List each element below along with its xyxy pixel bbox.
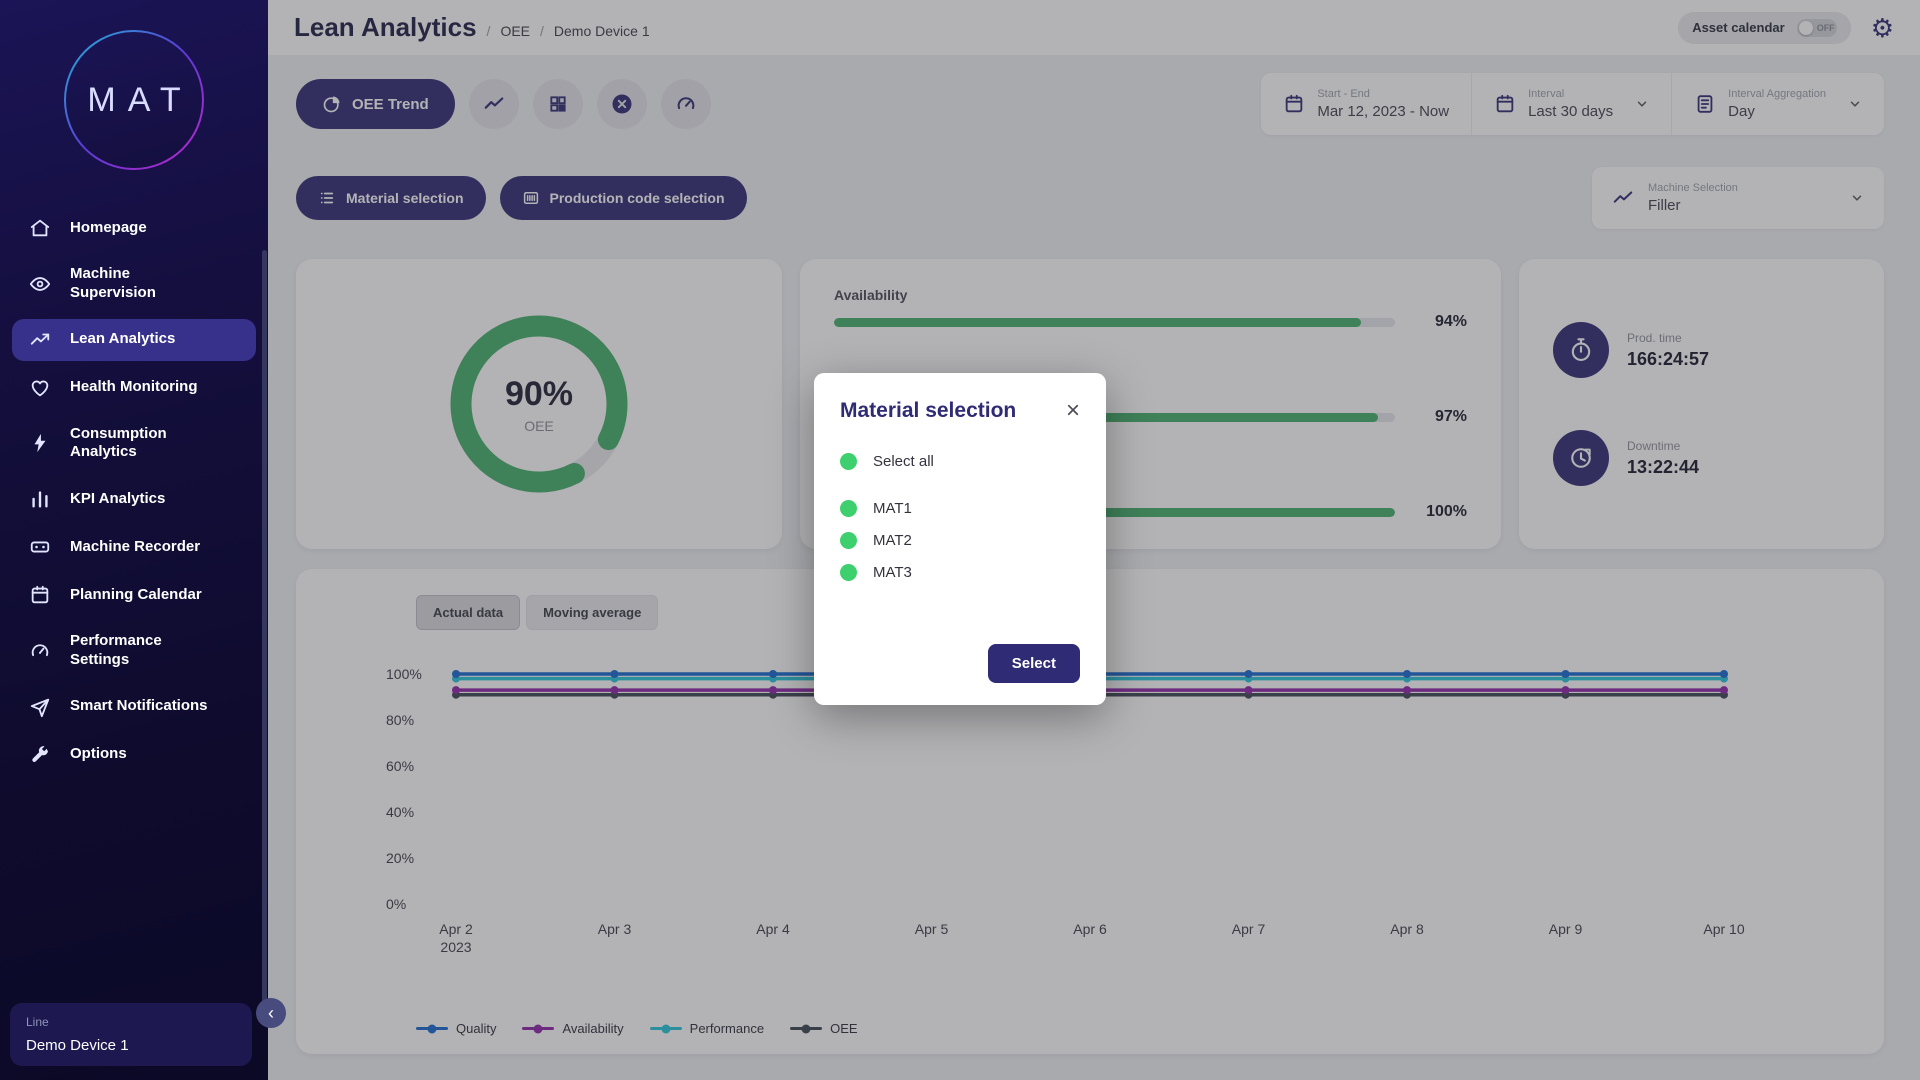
bar-chart-icon [28, 488, 52, 510]
sidebar-nav: Homepage Machine Supervision Lean Analyt… [0, 204, 268, 779]
sidebar-item-label: Performance Settings [70, 632, 220, 670]
option-mat2[interactable]: MAT2 [840, 532, 1080, 549]
sidebar-item-label: Machine Recorder [70, 538, 200, 557]
option-mat1[interactable]: MAT1 [840, 500, 1080, 517]
sidebar-item-label: Machine Supervision [70, 265, 220, 303]
trend-line-icon [28, 329, 52, 351]
option-label: MAT1 [873, 500, 912, 517]
sidebar-item-label: Smart Notifications [70, 697, 208, 716]
heart-icon [28, 377, 52, 399]
logo-text: MAT [75, 81, 192, 120]
option-label: MAT3 [873, 564, 912, 581]
sidebar-item-consumption-analytics[interactable]: Consumption Analytics [12, 415, 256, 473]
send-icon [28, 696, 52, 718]
modal-actions: Select [840, 644, 1080, 683]
sidebar-item-machine-recorder[interactable]: Machine Recorder [12, 526, 256, 568]
close-icon[interactable]: × [1066, 399, 1080, 423]
radio-selected-icon [840, 500, 857, 517]
sidebar-item-label: Homepage [70, 219, 147, 238]
bolt-icon [28, 432, 52, 454]
sidebar-item-performance-settings[interactable]: Performance Settings [12, 622, 256, 680]
home-icon [28, 217, 52, 239]
device-panel-value: Demo Device 1 [26, 1037, 236, 1054]
sidebar-item-smart-notifications[interactable]: Smart Notifications [12, 686, 256, 728]
sidebar-item-homepage[interactable]: Homepage [12, 207, 256, 249]
sidebar-collapse-button[interactable]: ‹ [256, 998, 286, 1028]
sidebar-item-label: KPI Analytics [70, 490, 165, 509]
sidebar-item-label: Health Monitoring [70, 378, 198, 397]
sidebar-item-kpi-analytics[interactable]: KPI Analytics [12, 478, 256, 520]
sidebar: MAT Homepage Machine Supervision Lean An… [0, 0, 268, 1080]
wrench-icon [28, 744, 52, 766]
option-label: Select all [873, 453, 934, 470]
recorder-icon [28, 536, 52, 558]
radio-selected-icon [840, 532, 857, 549]
calendar-icon [28, 584, 52, 606]
eye-icon [28, 273, 52, 295]
sidebar-item-label: Options [70, 745, 127, 764]
app-root: MAT Homepage Machine Supervision Lean An… [0, 0, 1920, 1080]
material-selection-modal: Material selection × Select all MAT1 MAT… [814, 373, 1106, 705]
sidebar-item-lean-analytics[interactable]: Lean Analytics [12, 319, 256, 361]
option-select-all[interactable]: Select all [840, 453, 1080, 470]
device-panel[interactable]: Line Demo Device 1 [10, 1003, 252, 1066]
sidebar-item-label: Lean Analytics [70, 330, 175, 349]
gauge-icon [28, 640, 52, 662]
sidebar-item-options[interactable]: Options [12, 734, 256, 776]
sidebar-item-label: Consumption Analytics [70, 425, 220, 463]
option-label: MAT2 [873, 532, 912, 549]
select-button[interactable]: Select [988, 644, 1080, 683]
chevron-left-icon: ‹ [268, 1003, 274, 1024]
logo: MAT [0, 0, 268, 204]
sidebar-item-health-monitoring[interactable]: Health Monitoring [12, 367, 256, 409]
radio-selected-icon [840, 453, 857, 470]
option-mat3[interactable]: MAT3 [840, 564, 1080, 581]
modal-title: Material selection [840, 399, 1016, 423]
sidebar-item-label: Planning Calendar [70, 586, 202, 605]
sidebar-scrollbar[interactable] [262, 250, 267, 1010]
device-panel-label: Line [26, 1015, 236, 1029]
modal-header: Material selection × [840, 399, 1080, 423]
sidebar-item-machine-supervision[interactable]: Machine Supervision [12, 255, 256, 313]
logo-circle: MAT [64, 30, 204, 170]
radio-selected-icon [840, 564, 857, 581]
sidebar-item-planning-calendar[interactable]: Planning Calendar [12, 574, 256, 616]
